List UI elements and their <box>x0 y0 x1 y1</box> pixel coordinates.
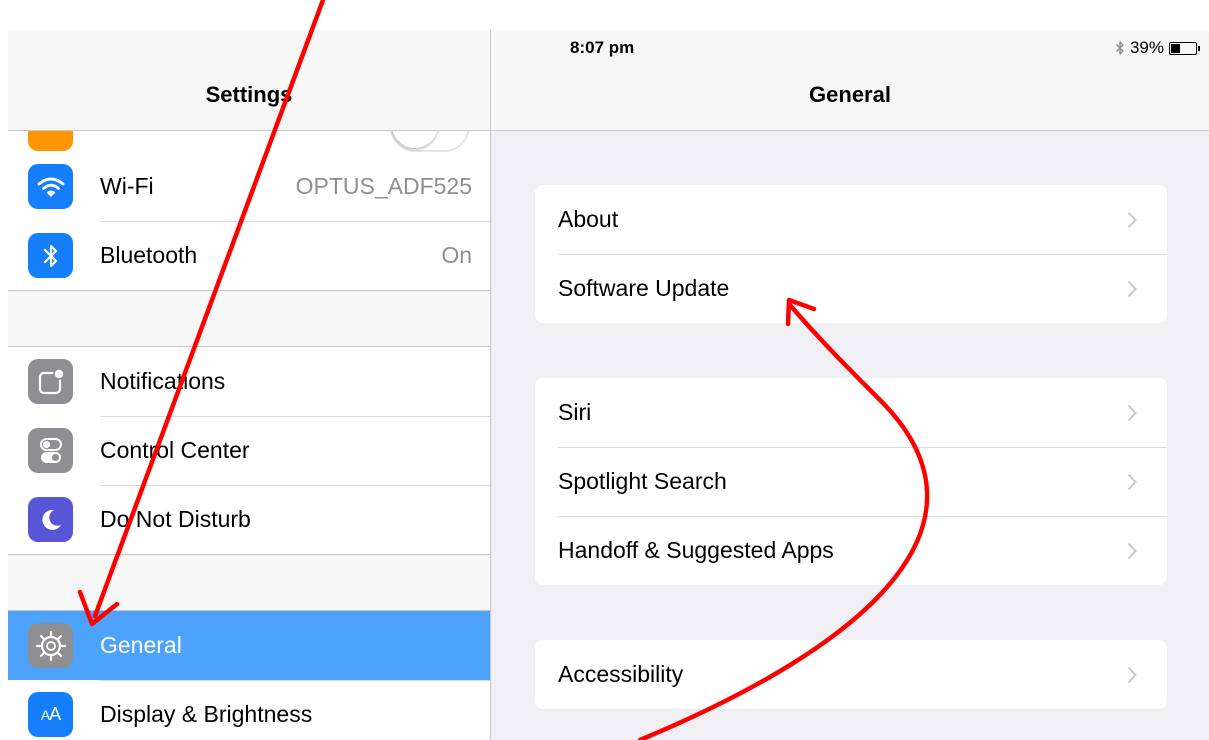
general-item-accessibility[interactable]: Accessibility <box>535 640 1167 709</box>
general-item-label: Accessibility <box>558 661 684 687</box>
general-detail-pane: General About Software Update Siri Spotl… <box>491 30 1209 740</box>
settings-sidebar: Wi-Fi OPTUS_ADF525 Bluetooth On Notifica… <box>8 30 491 740</box>
general-item-about[interactable]: About <box>535 185 1167 254</box>
general-item-handoff[interactable]: Handoff & Suggested Apps <box>535 516 1167 585</box>
settings-item-wifi[interactable]: Wi-Fi OPTUS_ADF525 <box>8 152 490 221</box>
settings-item-control-center[interactable]: Control Center <box>8 416 490 485</box>
toggle-knob <box>392 130 438 148</box>
battery-level <box>1171 43 1180 53</box>
detail-title: General <box>809 82 891 107</box>
sidebar-item-label: Do Not Disturb <box>100 506 251 532</box>
settings-group-connectivity: Wi-Fi OPTUS_ADF525 Bluetooth On <box>8 130 490 291</box>
airplane-mode-icon <box>28 130 73 151</box>
sidebar-item-label: Control Center <box>100 437 250 463</box>
chevron-right-icon <box>1121 471 1143 493</box>
ipad-screen: Wi-Fi OPTUS_ADF525 Bluetooth On Notifica… <box>8 30 1209 740</box>
battery-tip <box>1198 45 1200 51</box>
wifi-network-value: OPTUS_ADF525 <box>295 173 472 199</box>
settings-item-bluetooth[interactable]: Bluetooth On <box>8 221 490 290</box>
partial-row-airplane-mode <box>8 130 490 152</box>
screenshot-margin <box>0 0 1209 30</box>
general-item-label: Software Update <box>558 275 730 301</box>
gear-icon <box>28 623 73 668</box>
general-group-about: About Software Update <box>535 185 1167 323</box>
chevron-right-icon <box>1121 402 1143 424</box>
general-item-label: Siri <box>558 399 592 425</box>
chevron-right-icon <box>1121 278 1143 300</box>
settings-item-display-brightness[interactable]: AA Display & Brightness <box>8 680 490 740</box>
sidebar-title: Settings <box>205 82 293 107</box>
general-item-siri[interactable]: Siri <box>535 378 1167 447</box>
sidebar-nav-bar: Settings <box>8 30 490 131</box>
display-brightness-icon: AA <box>28 692 73 737</box>
settings-item-general[interactable]: General <box>8 611 490 680</box>
bluetooth-icon <box>28 233 73 278</box>
wifi-icon <box>28 164 73 209</box>
settings-item-do-not-disturb[interactable]: Do Not Disturb <box>8 485 490 554</box>
general-item-label: About <box>558 206 619 232</box>
sidebar-item-label: Bluetooth <box>100 242 198 268</box>
sidebar-item-label: General <box>100 632 182 658</box>
general-item-software-update[interactable]: Software Update <box>535 254 1167 323</box>
chevron-right-icon <box>1121 664 1143 686</box>
control-center-icon <box>28 428 73 473</box>
chevron-right-icon <box>1121 540 1143 562</box>
settings-group-notifications: Notifications Control Center Do Not Dist… <box>8 346 490 555</box>
general-group-siri: Siri Spotlight Search Handoff & Suggeste… <box>535 378 1167 585</box>
general-item-spotlight-search[interactable]: Spotlight Search <box>535 447 1167 516</box>
general-group-accessibility: Accessibility <box>535 640 1167 709</box>
airplane-mode-toggle[interactable] <box>390 130 470 152</box>
moon-icon <box>28 497 73 542</box>
bluetooth-status-value: On <box>441 242 472 268</box>
bluetooth-status-icon <box>1115 41 1124 55</box>
sidebar-item-label: Notifications <box>100 368 226 394</box>
general-item-label: Spotlight Search <box>558 468 727 494</box>
settings-item-notifications[interactable]: Notifications <box>8 347 490 416</box>
status-time: 8:07 pm <box>570 38 635 57</box>
status-right: 39% <box>1115 38 1200 58</box>
sidebar-item-label: Display & Brightness <box>100 701 313 727</box>
general-item-label: Handoff & Suggested Apps <box>558 537 834 563</box>
settings-group-general: General AA Display & Brightness <box>8 610 490 740</box>
chevron-right-icon <box>1121 209 1143 231</box>
notifications-icon <box>28 359 73 404</box>
sidebar-item-label: Wi-Fi <box>100 173 154 199</box>
battery-percentage: 39% <box>1129 38 1164 57</box>
battery-icon <box>1169 41 1200 55</box>
settings-list: Wi-Fi OPTUS_ADF525 Bluetooth On Notifica… <box>8 130 490 740</box>
